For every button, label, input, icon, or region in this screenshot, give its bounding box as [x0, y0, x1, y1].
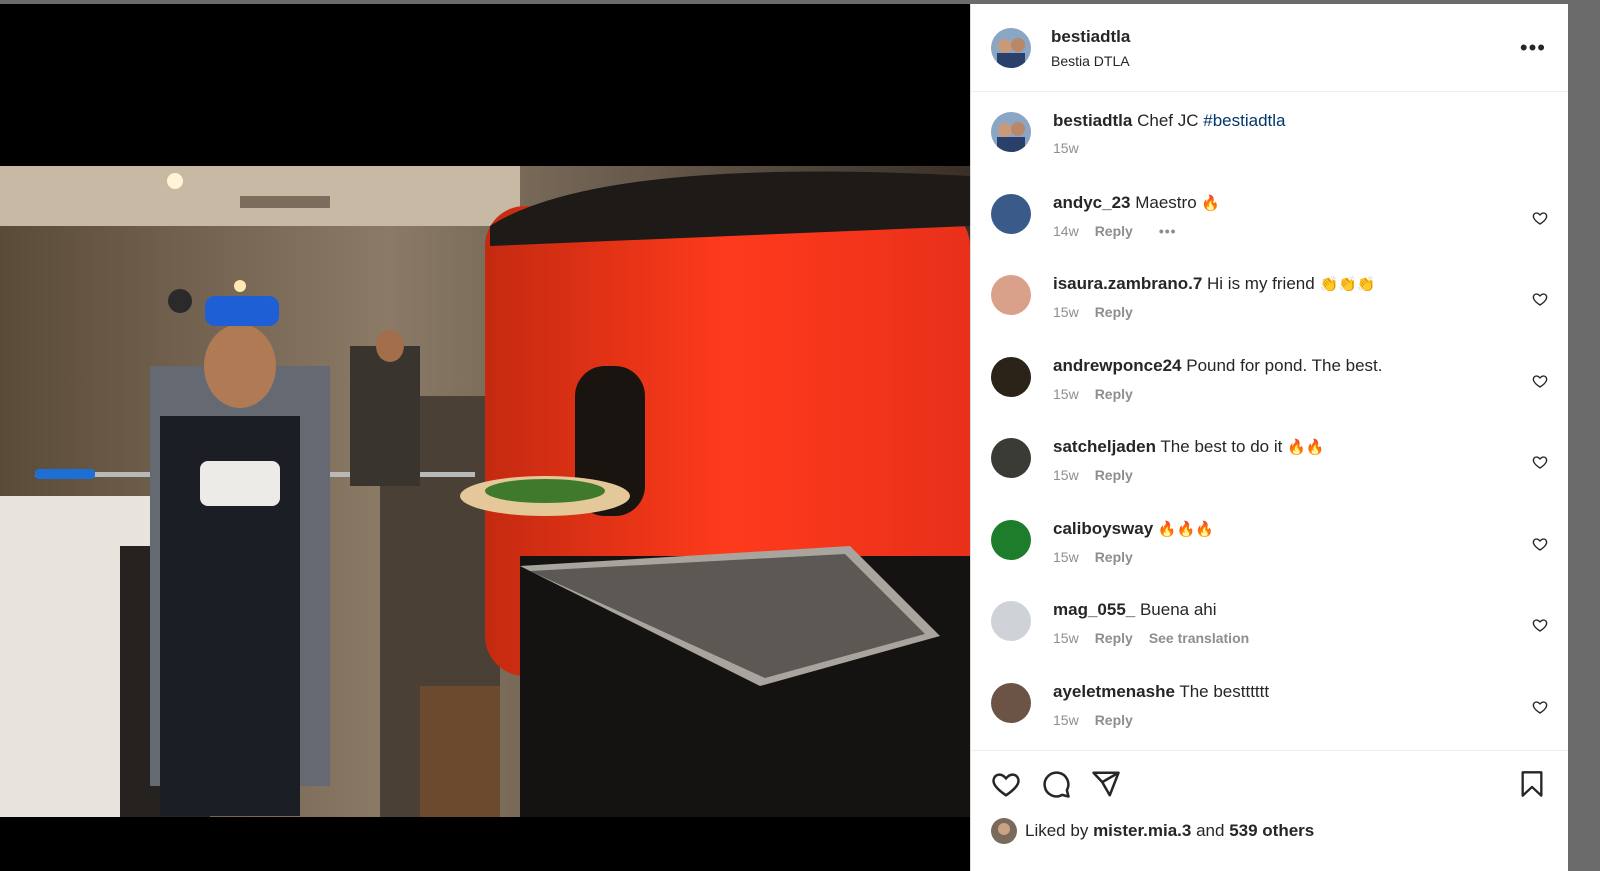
post-side-panel: bestiadtla Bestia DTLA ••• bestiadtla Ch… — [970, 4, 1568, 871]
author-username[interactable]: bestiadtla — [1051, 27, 1130, 47]
commenter-username[interactable]: ayeletmenashe — [1053, 682, 1175, 701]
reply-button[interactable]: Reply — [1095, 712, 1133, 728]
comment-like-heart-icon[interactable] — [1532, 291, 1548, 307]
more-options-icon[interactable]: ••• — [1520, 37, 1546, 59]
comment-emoji: 🔥🔥 — [1287, 439, 1325, 456]
commenter-username[interactable]: isaura.zambrano.7 — [1053, 274, 1202, 293]
comment: isaura.zambrano.7 Hi is my friend 👏👏👏 15w… — [991, 273, 1548, 355]
caption-text: Chef JC — [1137, 111, 1199, 130]
commenter-avatar[interactable] — [991, 601, 1031, 641]
comment: caliboysway 🔥🔥🔥 15w Reply — [991, 518, 1548, 600]
commenter-avatar[interactable] — [991, 682, 1031, 723]
comment-like-heart-icon[interactable] — [1532, 617, 1548, 633]
commenter-username[interactable]: andrewponce24 — [1053, 356, 1182, 375]
comment-like-heart-icon[interactable] — [1532, 454, 1548, 470]
commenter-avatar[interactable] — [991, 356, 1031, 397]
reply-button[interactable]: Reply — [1095, 630, 1133, 646]
comment-text: The best to do it — [1160, 437, 1283, 456]
liker-avatar[interactable] — [991, 818, 1017, 844]
comment-time[interactable]: 15w — [1053, 549, 1079, 565]
comment-time[interactable]: 15w — [1053, 712, 1079, 728]
liked-by-prefix: Liked by — [1025, 821, 1089, 840]
liked-by: Liked by mister.mia.3 and 539 others — [991, 818, 1314, 844]
comment: mag_055_ Buena ahi 15w Reply See translati… — [991, 599, 1548, 681]
reply-button[interactable]: Reply — [1095, 467, 1133, 483]
post-media[interactable] — [0, 4, 970, 871]
comment: satcheljaden The best to do it 🔥🔥 15w Repl… — [991, 436, 1548, 518]
commenter-avatar[interactable] — [991, 193, 1031, 234]
caption-hashtag[interactable]: #bestiadtla — [1203, 111, 1285, 130]
comment-time[interactable]: 15w — [1053, 630, 1079, 646]
comment-time[interactable]: 15w — [1053, 386, 1079, 402]
comment-emoji: 👏👏👏 — [1319, 276, 1376, 293]
comment-icon[interactable] — [1041, 769, 1071, 799]
commenter-username[interactable]: caliboysway — [1053, 519, 1153, 538]
comment-text: Maestro — [1135, 192, 1197, 212]
comment-time[interactable]: 14w — [1053, 223, 1079, 239]
post-location[interactable]: Bestia DTLA — [1051, 53, 1130, 69]
comment-like-heart-icon[interactable] — [1532, 373, 1548, 389]
post-header: bestiadtla Bestia DTLA ••• — [971, 4, 1568, 92]
comment-text: Buena ahi — [1139, 600, 1217, 619]
reply-button[interactable]: Reply — [1095, 549, 1133, 565]
share-icon[interactable] — [1091, 769, 1121, 799]
commenter-username[interactable]: satcheljaden — [1053, 437, 1156, 456]
reply-button[interactable]: Reply — [1095, 386, 1133, 402]
liked-by-user[interactable]: mister.mia.3 — [1093, 821, 1191, 841]
comment-like-heart-icon[interactable] — [1532, 536, 1548, 552]
reply-button[interactable]: Reply — [1095, 304, 1133, 320]
commenter-username[interactable]: mag_055_ — [1053, 600, 1135, 619]
reply-button[interactable]: Reply — [1095, 223, 1133, 239]
comment-emoji: 🔥 — [1201, 194, 1221, 212]
comment-time[interactable]: 15w — [1053, 304, 1079, 320]
caption-username[interactable]: bestiadtla — [1053, 111, 1132, 130]
likes-count[interactable]: 539 others — [1229, 821, 1314, 841]
commenter-avatar[interactable] — [991, 519, 1031, 560]
bookmark-icon[interactable] — [1518, 769, 1546, 799]
commenter-avatar[interactable] — [991, 275, 1031, 315]
comment-text: The bestttttt — [1179, 681, 1270, 701]
liked-by-joiner: and — [1196, 821, 1225, 840]
post-modal: bestiadtla Bestia DTLA ••• bestiadtla Ch… — [0, 4, 1568, 871]
caption-avatar[interactable] — [991, 112, 1031, 152]
comment-text: Hi is my friend — [1207, 274, 1315, 293]
author-avatar[interactable] — [991, 27, 1031, 68]
comment-options-icon[interactable]: ••• — [1159, 223, 1177, 239]
comment: andyc_23 Maestro 🔥 14w Reply ••• — [991, 192, 1548, 274]
comment-like-heart-icon[interactable] — [1532, 210, 1548, 226]
comment-emoji: 🔥🔥🔥 — [1157, 520, 1214, 538]
comment-like-heart-icon[interactable] — [1532, 699, 1548, 715]
comment-text: Pound for pond. The best. — [1186, 355, 1383, 375]
heart-icon[interactable] — [991, 769, 1021, 799]
post-photo — [0, 166, 970, 817]
comment: andrewponce24 Pound for pond. The best. … — [991, 355, 1548, 437]
see-translation-button[interactable]: See translation — [1149, 630, 1249, 646]
caption: bestiadtla Chef JC #bestiadtla 15w — [991, 110, 1548, 192]
caption-time[interactable]: 15w — [1053, 140, 1079, 156]
commenter-username[interactable]: andyc_23 — [1053, 193, 1131, 212]
comment-time[interactable]: 15w — [1053, 467, 1079, 483]
commenter-avatar[interactable] — [991, 438, 1031, 478]
actions-bar: Liked by mister.mia.3 and 539 others — [971, 750, 1568, 871]
comments-list: bestiadtla Chef JC #bestiadtla 15w andyc… — [971, 92, 1568, 767]
